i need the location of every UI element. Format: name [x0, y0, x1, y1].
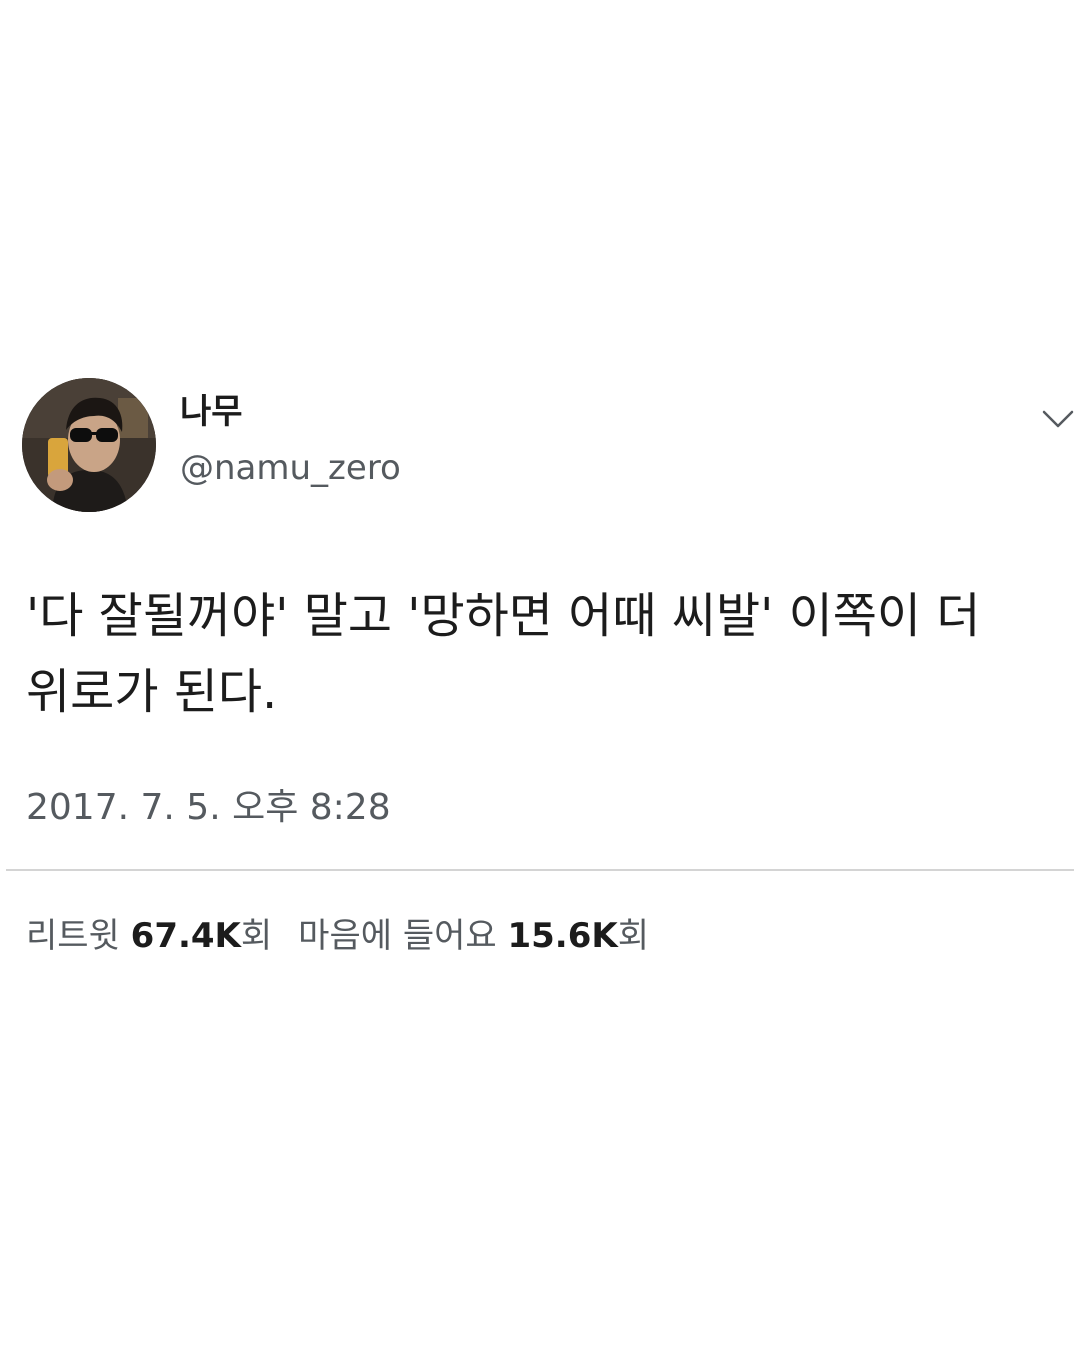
tweet-timestamp[interactable]: 2017. 7. 5. 오후 8:28	[26, 786, 391, 830]
divider	[6, 869, 1074, 871]
like-label: 마음에 들어요	[298, 916, 497, 956]
like-count: 15.6K	[507, 916, 618, 956]
like-stat[interactable]: 마음에 들어요 15.6K회	[298, 916, 649, 956]
avatar[interactable]	[22, 378, 156, 512]
retweet-suffix: 회	[240, 916, 273, 956]
tweet-stats: 리트윗 67.4K회 마음에 들어요 15.6K회	[26, 914, 649, 958]
tweet-card: 나무 @namu_zero '다 잘될꺼야' 말고 '망하면 어때 씨발' 이쪽…	[0, 0, 1080, 1350]
retweet-count: 67.4K	[130, 916, 241, 956]
chevron-down-icon[interactable]	[1040, 404, 1076, 434]
author-display-name[interactable]: 나무	[180, 392, 243, 432]
retweet-stat[interactable]: 리트윗 67.4K회	[26, 916, 272, 956]
retweet-label: 리트윗	[26, 916, 120, 956]
avatar-photo	[22, 378, 156, 512]
author-handle[interactable]: @namu_zero	[180, 448, 401, 488]
tweet-text: '다 잘될꺼야' 말고 '망하면 어때 씨발' 이쪽이 더 위로가 된다.	[26, 588, 981, 720]
like-suffix: 회	[617, 916, 649, 956]
